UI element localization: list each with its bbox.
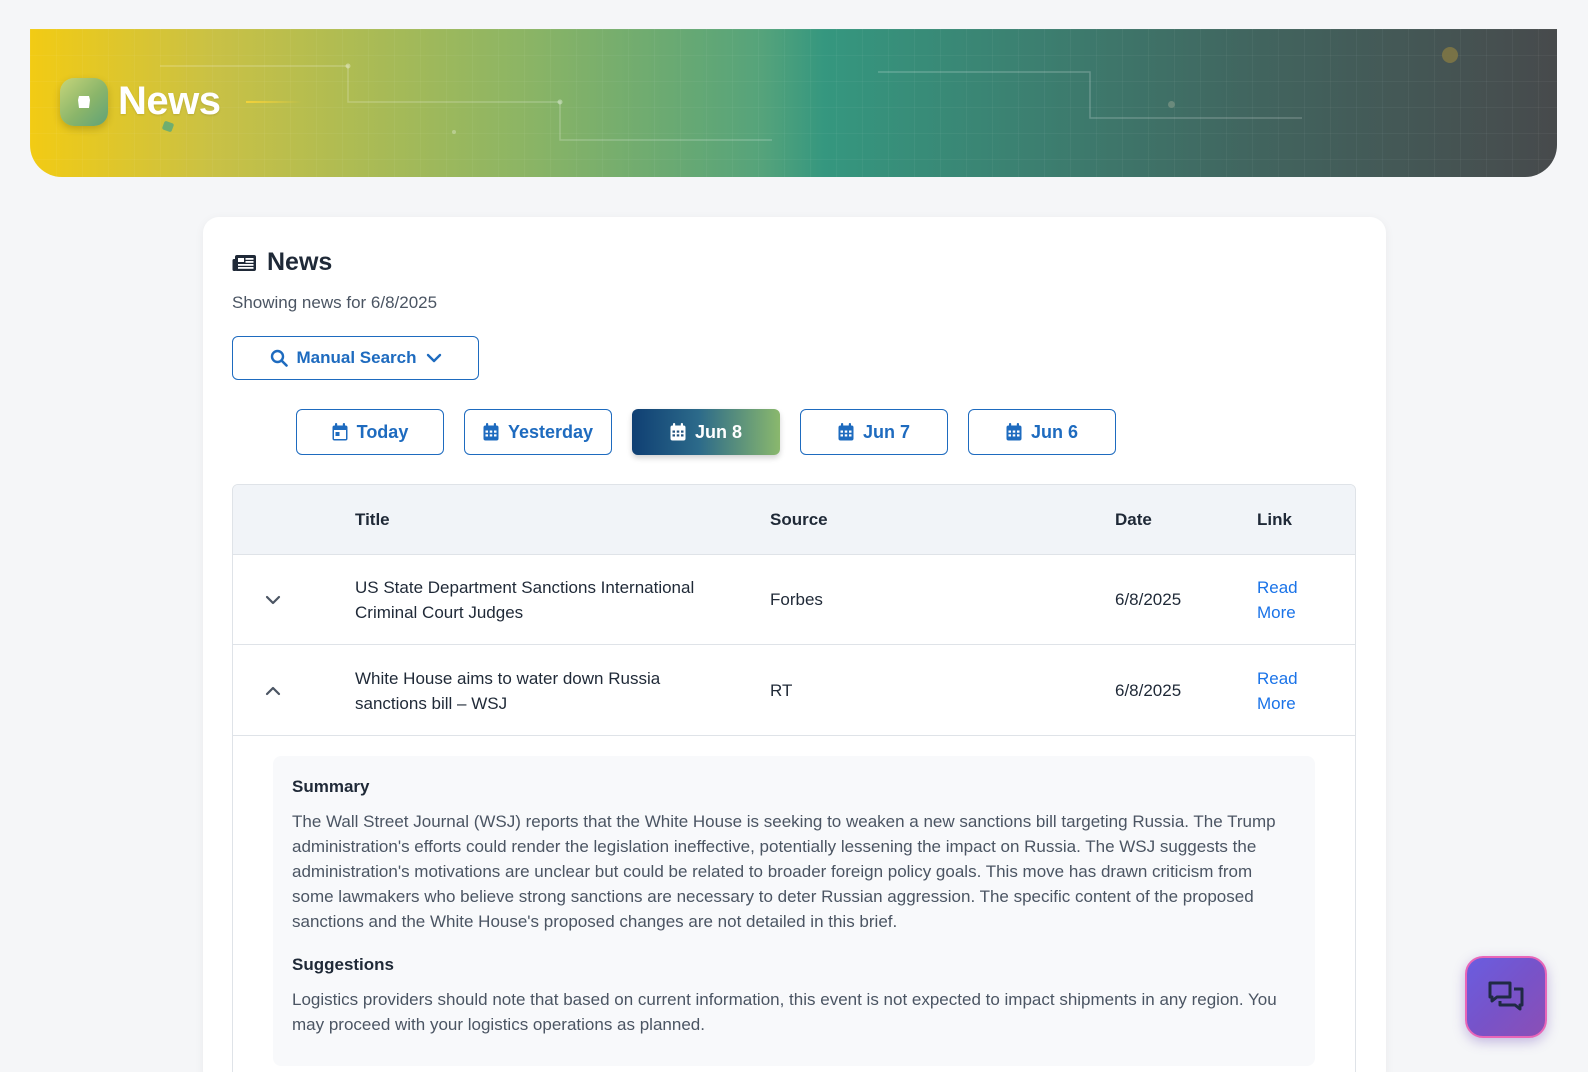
banner-circuit-decoration (160, 63, 1302, 141)
suggestions-text: Logistics providers should note that bas… (292, 990, 1277, 1034)
banner-title: News (118, 79, 221, 123)
summary-text: The Wall Street Journal (WSJ) reports th… (292, 812, 1276, 931)
manual-search-button[interactable]: Manual Search (232, 336, 479, 380)
page-title: News (267, 248, 333, 276)
row-date: 6/8/2025 (1115, 681, 1182, 700)
date-filter-jun-6[interactable]: Jun 6 (968, 409, 1116, 455)
calendar-icon (670, 423, 686, 441)
table-row[interactable]: US State Department Sanctions Internatio… (233, 555, 1355, 645)
date-filter-jun-8[interactable]: Jun 8 (632, 409, 780, 455)
newspaper-icon (232, 254, 256, 271)
calendar-icon (838, 423, 854, 441)
card-header: News (232, 248, 332, 277)
read-more-link[interactable]: Read More (1257, 575, 1317, 625)
date-filter-label: Jun 8 (694, 421, 742, 442)
chevron-down-icon (426, 353, 441, 363)
chat-icon (1488, 981, 1524, 1011)
search-icon (270, 349, 288, 367)
page-subtitle: Showing news for 6/8/2025 (232, 293, 438, 312)
column-header-source[interactable]: Source (770, 510, 828, 530)
row-source: Forbes (770, 590, 823, 609)
banner-dot (1168, 101, 1175, 108)
banner-dot (1442, 47, 1458, 63)
summary-heading: Summary (292, 777, 370, 796)
row-date: 6/8/2025 (1115, 590, 1182, 609)
calendar-icon (483, 423, 499, 441)
manual-search-label: Manual Search (296, 348, 417, 367)
column-header-date[interactable]: Date (1115, 510, 1152, 530)
suggestions-heading: Suggestions (292, 955, 395, 974)
chat-button[interactable] (1465, 956, 1547, 1038)
news-card: News Showing news for 6/8/2025 Manual Se… (203, 217, 1386, 1072)
chevron-up-icon[interactable] (263, 681, 283, 701)
row-details-panel: Summary The Wall Street Journal (WSJ) re… (273, 756, 1315, 1066)
calendar-icon (332, 423, 348, 441)
row-source: RT (770, 681, 793, 700)
date-filter-jun-7[interactable]: Jun 7 (800, 409, 948, 455)
table-row[interactable]: White House aims to water down Russia sa… (233, 646, 1355, 736)
calendar-icon (1006, 423, 1022, 441)
row-title: US State Department Sanctions Internatio… (355, 578, 695, 622)
chevron-down-icon[interactable] (263, 590, 283, 610)
shield-icon (60, 78, 108, 126)
news-table: Title Source Date Link US State Departme… (232, 484, 1356, 1072)
date-filter-label: Jun 7 (862, 421, 910, 442)
date-filter-label: Today (356, 421, 409, 442)
column-header-title[interactable]: Title (355, 510, 390, 530)
date-filter-today[interactable]: Today (296, 409, 444, 455)
banner-accent-line (246, 101, 302, 103)
date-filter-label: Yesterday (507, 421, 594, 442)
date-filter-yesterday[interactable]: Yesterday (464, 409, 612, 455)
row-title: White House aims to water down Russia sa… (355, 669, 661, 713)
header-banner: News (30, 29, 1557, 177)
date-filter-label: Jun 6 (1030, 421, 1078, 442)
column-header-link: Link (1257, 510, 1292, 529)
read-more-link[interactable]: Read More (1257, 666, 1317, 716)
table-header: Title Source Date Link (233, 485, 1355, 555)
